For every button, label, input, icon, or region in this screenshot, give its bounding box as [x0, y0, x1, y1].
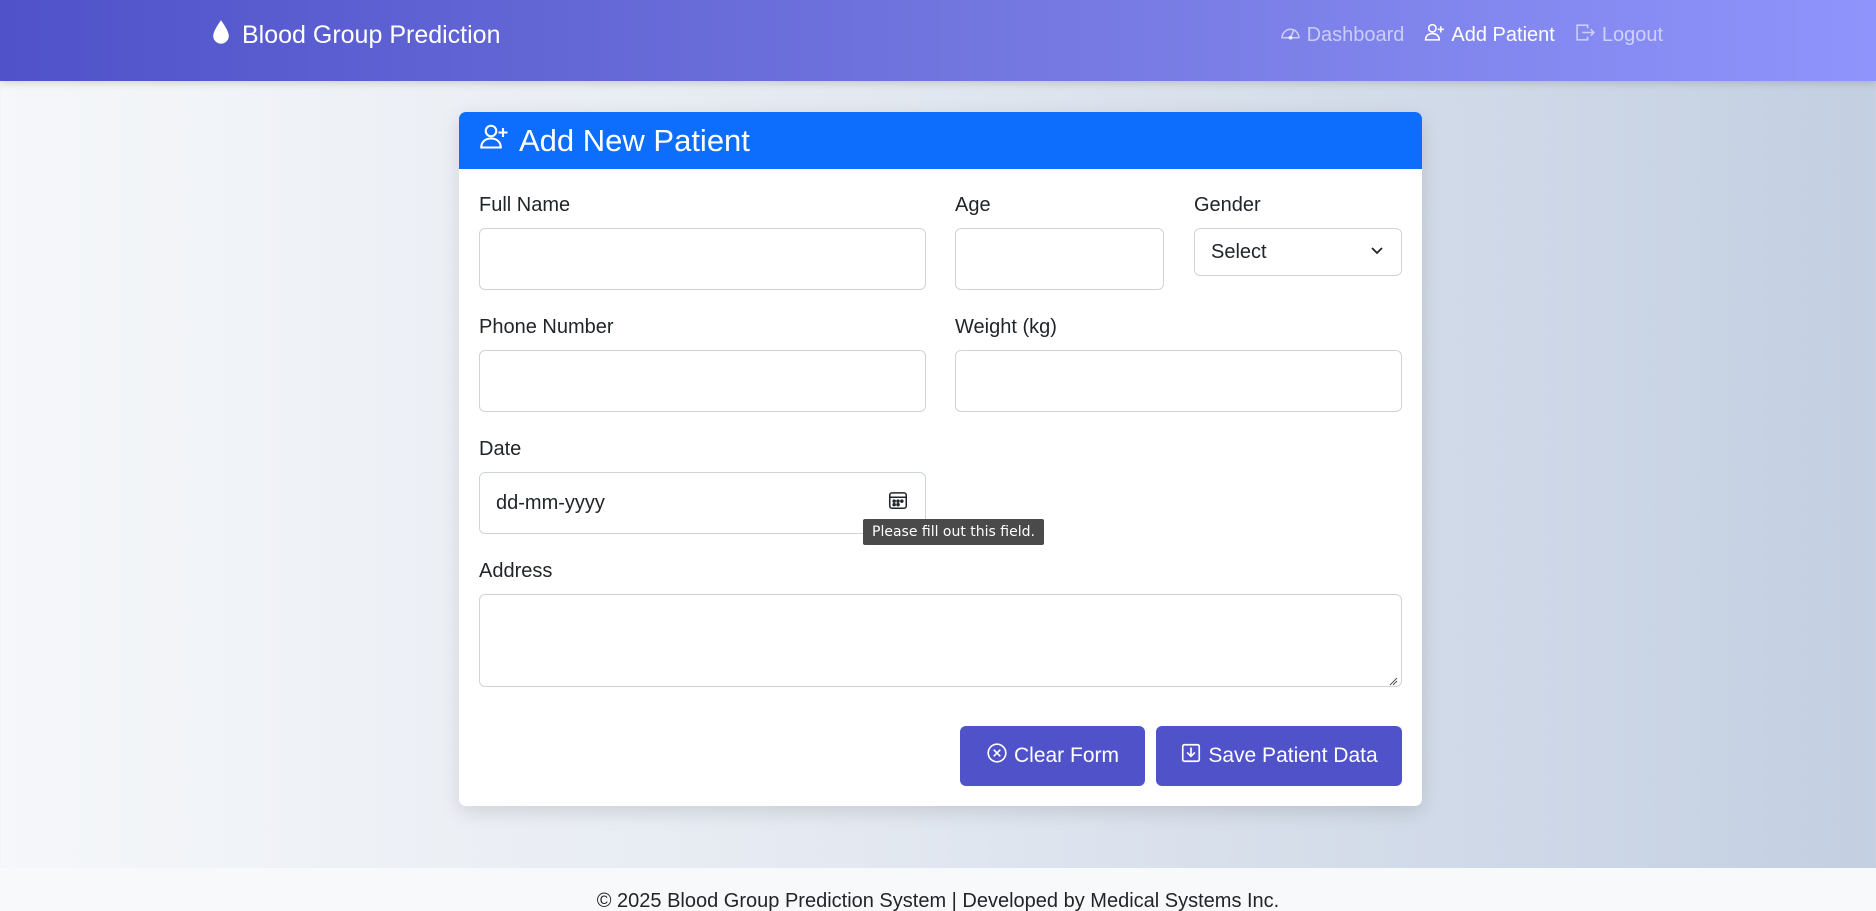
- chevron-down-icon: [1369, 241, 1385, 264]
- full-name-label: Full Name: [479, 194, 571, 216]
- full-name-input[interactable]: [479, 228, 926, 290]
- date-label: Date: [479, 438, 522, 460]
- gender-select-value: Select: [1211, 240, 1267, 263]
- age-input[interactable]: [955, 228, 1164, 290]
- date-placeholder: dd-mm-yyyy: [496, 491, 605, 514]
- add-patient-card: Add New Patient Full Name Age Gender Sel…: [459, 112, 1422, 806]
- clear-form-button[interactable]: Clear Form: [960, 726, 1145, 786]
- nav-link-add-patient-label: Add Patient: [1451, 23, 1555, 46]
- patient-form: Full Name Age Gender Select Phone Number…: [459, 169, 1422, 806]
- brand[interactable]: Blood Group Prediction: [210, 18, 500, 52]
- clear-form-label: Clear Form: [1013, 744, 1119, 767]
- top-navbar: Blood Group Prediction Dashboard Add Pat…: [0, 0, 1876, 81]
- footer-text: © 2025 Blood Group Prediction System | D…: [596, 890, 1280, 911]
- age-label: Age: [955, 194, 991, 216]
- nav-link-logout[interactable]: Logout: [1575, 22, 1663, 49]
- calendar-icon[interactable]: [887, 489, 909, 517]
- gender-select[interactable]: Select: [1194, 228, 1402, 276]
- nav-link-dashboard[interactable]: Dashboard: [1280, 22, 1405, 49]
- save-patient-button[interactable]: Save Patient Data: [1156, 726, 1402, 786]
- footer: © 2025 Blood Group Prediction System | D…: [0, 868, 1876, 911]
- gender-label: Gender: [1194, 194, 1261, 216]
- nav-link-logout-label: Logout: [1601, 23, 1663, 46]
- brand-title: Blood Group Prediction: [242, 20, 501, 49]
- x-circle-icon: [986, 742, 1008, 770]
- phone-input[interactable]: [479, 350, 926, 412]
- speedometer-icon: [1280, 22, 1301, 49]
- date-input[interactable]: dd-mm-yyyy: [479, 472, 926, 534]
- nav-link-dashboard-label: Dashboard: [1306, 23, 1405, 46]
- download-icon: [1180, 742, 1202, 770]
- box-arrow-right-icon: [1575, 22, 1596, 49]
- droplet-icon: [210, 19, 232, 52]
- nav-links: Dashboard Add Patient Logout: [1280, 20, 1663, 50]
- address-textarea[interactable]: [479, 594, 1402, 687]
- person-plus-icon: [479, 122, 509, 160]
- weight-label: Weight (kg): [955, 316, 1057, 338]
- address-label: Address: [479, 560, 553, 582]
- save-patient-label: Save Patient Data: [1208, 744, 1378, 767]
- validation-tooltip: Please fill out this field.: [863, 519, 1044, 545]
- weight-input[interactable]: [955, 350, 1402, 412]
- card-header: Add New Patient: [459, 112, 1422, 169]
- card-title: Add New Patient: [519, 122, 750, 158]
- nav-link-add-patient[interactable]: Add Patient: [1424, 22, 1555, 49]
- resize-grip-icon[interactable]: [1388, 673, 1398, 686]
- person-plus-icon: [1424, 22, 1445, 49]
- phone-label: Phone Number: [479, 316, 614, 338]
